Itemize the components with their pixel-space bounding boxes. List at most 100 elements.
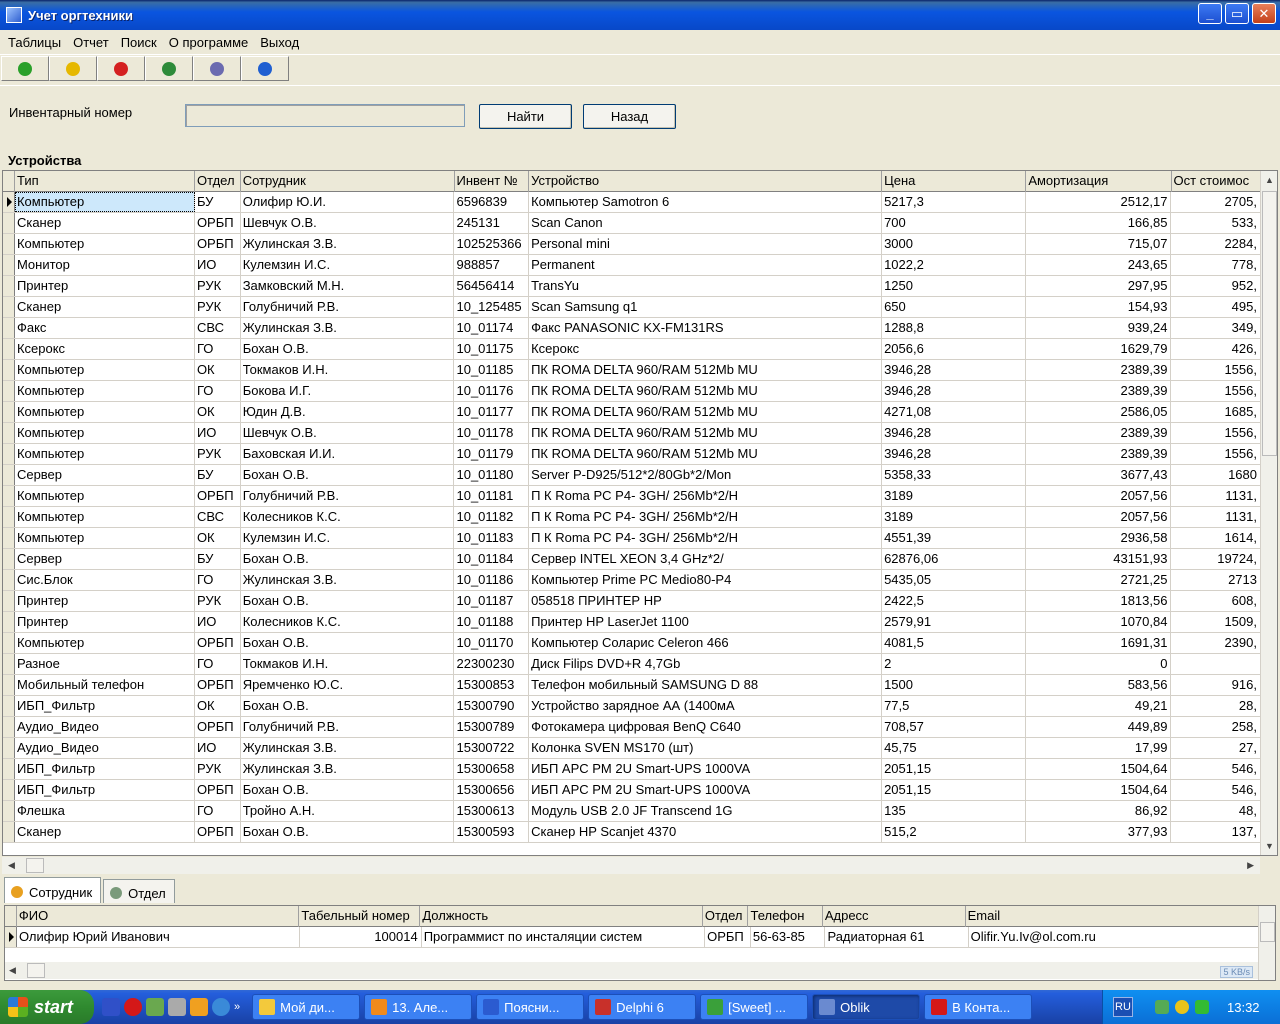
table-row[interactable]: Аудио_Видео ИО Жулинская З.В. 15300722 Колон… <box>3 738 1261 759</box>
table-cell[interactable]: 10_01186 <box>454 570 530 590</box>
table-cell[interactable]: 4271,08 <box>882 402 1027 422</box>
table-cell[interactable]: Юдин Д.В. <box>241 402 455 422</box>
table-row[interactable]: Аудио_Видео ОРБП Голубничий Р.В. 15300789 Фо… <box>3 717 1261 738</box>
table-cell[interactable]: Компьютер <box>15 633 195 653</box>
table-cell[interactable]: Personal mini <box>529 234 883 254</box>
table-cell[interactable]: 2721,25 <box>1026 570 1172 590</box>
table-cell[interactable]: БУ <box>195 465 241 485</box>
table-cell[interactable]: 2579,91 <box>882 612 1027 632</box>
table-cell[interactable]: 058518 ПРИНТЕР HP <box>529 591 883 611</box>
table-cell[interactable]: Ксерокс <box>529 339 883 359</box>
table-cell[interactable]: 1131, <box>1171 486 1261 506</box>
table-cell[interactable]: ГО <box>195 801 241 821</box>
table-cell[interactable]: 546, <box>1171 759 1261 779</box>
table-cell[interactable]: 2389,39 <box>1026 423 1172 443</box>
menu-about[interactable]: О программе <box>163 35 255 50</box>
table-cell[interactable]: Компьютер <box>14 192 195 212</box>
row-indicator[interactable] <box>3 423 15 443</box>
table-cell[interactable]: Яремченко Ю.С. <box>241 675 455 695</box>
table-cell[interactable]: ОК <box>195 360 241 380</box>
table-cell[interactable]: Компьютер Prime PC Medio80-P4 <box>529 570 883 590</box>
table-cell[interactable]: 5217,3 <box>882 192 1027 212</box>
table-cell[interactable]: Бохан О.В. <box>241 780 455 800</box>
column-header[interactable]: Должность <box>420 906 703 927</box>
table-cell[interactable]: 10_01187 <box>454 591 530 611</box>
row-indicator[interactable] <box>3 213 15 233</box>
table-cell[interactable]: ИБП APC PM 2U Smart-UPS 1000VA <box>529 780 883 800</box>
table-cell[interactable]: 1250 <box>882 276 1027 296</box>
table-cell[interactable]: ОК <box>195 528 241 548</box>
table-cell[interactable]: 137, <box>1171 822 1261 842</box>
employees-grid[interactable]: ФИО Табельный номер Должность Отдел Телефон А… <box>4 905 1276 981</box>
table-cell[interactable]: 1504,64 <box>1026 759 1172 779</box>
table-cell[interactable]: Сканер <box>15 822 195 842</box>
table-cell[interactable]: 56456414 <box>454 276 530 296</box>
table-cell[interactable]: Бохан О.В. <box>241 465 455 485</box>
row-indicator[interactable] <box>3 360 15 380</box>
column-header[interactable]: Email <box>966 906 1259 927</box>
table-cell[interactable]: Факс <box>15 318 195 338</box>
table-cell[interactable]: 2512,17 <box>1026 192 1172 212</box>
table-row[interactable]: Компьютер ИО Шевчук О.В. 10_01178 ПК ROMA DE… <box>3 423 1261 444</box>
table-row[interactable]: Компьютер ГО Бокова И.Г. 10_01176 ПК ROMA DE… <box>3 381 1261 402</box>
table-cell[interactable]: 77,5 <box>882 696 1027 716</box>
table-cell[interactable]: 10_01179 <box>454 444 530 464</box>
minimize-button[interactable]: _ <box>1198 3 1222 24</box>
table-row[interactable]: Ксерокс ГО Бохан О.В. 10_01175 Ксерокс 2056,6… <box>3 339 1261 360</box>
taskbar-task[interactable]: Oblik <box>812 994 921 1020</box>
table-cell[interactable]: Компьютер <box>15 486 195 506</box>
table-cell[interactable]: Сканер <box>15 213 195 233</box>
row-indicator[interactable] <box>3 486 15 506</box>
row-indicator[interactable] <box>3 255 15 275</box>
table-cell[interactable]: 10_01175 <box>454 339 530 359</box>
table-cell[interactable]: Модуль USB 2.0 JF Transcend 1G <box>529 801 883 821</box>
table-cell[interactable]: ИО <box>195 612 241 632</box>
table-cell[interactable]: Компьютер <box>15 360 195 380</box>
table-cell[interactable]: Server P-D925/512*2/80Gb*2/Mon <box>529 465 883 485</box>
table-cell[interactable]: Сервер <box>15 465 195 485</box>
column-header[interactable]: Тип <box>15 171 195 192</box>
row-indicator[interactable] <box>3 381 15 401</box>
scroll-up-icon[interactable]: ▲ <box>1265 175 1274 185</box>
table-cell[interactable]: П К Roma PC P4- 3GH/ 256Mb*2/H <box>529 507 883 527</box>
table-cell[interactable]: 10_01181 <box>454 486 530 506</box>
table-cell[interactable]: Кулемзин И.С. <box>241 255 455 275</box>
table-cell[interactable]: Телефон мобильный SAMSUNG D 88 <box>529 675 883 695</box>
toolbar-button-tools[interactable] <box>193 56 241 81</box>
table-cell[interactable]: 17,99 <box>1026 738 1172 758</box>
table-cell[interactable]: 495, <box>1171 297 1261 317</box>
table-cell[interactable]: 297,95 <box>1026 276 1172 296</box>
table-cell[interactable]: Бохан О.В. <box>241 633 455 653</box>
table-cell[interactable]: ПК ROMA DELTA 960/RAM 512Mb MU <box>529 423 883 443</box>
language-indicator[interactable]: RU <box>1113 997 1133 1017</box>
table-cell[interactable]: 27, <box>1171 738 1261 758</box>
table-cell[interactable]: 10_01183 <box>454 528 530 548</box>
tab-employee[interactable]: Сотрудник <box>4 877 102 903</box>
table-row[interactable]: Компьютер СВС Колесников К.С. 10_01182 П К R… <box>3 507 1261 528</box>
table-cell[interactable]: 4081,5 <box>882 633 1027 653</box>
table-cell[interactable]: ИБП_Фильтр <box>15 780 195 800</box>
table-cell[interactable]: Сканер HP Scanjet 4370 <box>529 822 883 842</box>
table-cell[interactable]: 15300790 <box>454 696 530 716</box>
table-cell[interactable]: 10_01180 <box>454 465 530 485</box>
table-cell[interactable]: ОК <box>195 402 241 422</box>
table-cell[interactable]: ПК ROMA DELTA 960/RAM 512Mb MU <box>529 381 883 401</box>
row-indicator[interactable] <box>3 591 15 611</box>
more-chevron-icon[interactable]: » <box>234 1001 240 1013</box>
table-cell[interactable]: Флешка <box>15 801 195 821</box>
opera-icon[interactable] <box>124 998 142 1016</box>
table-cell[interactable]: 2051,15 <box>882 759 1027 779</box>
table-cell[interactable]: 3946,28 <box>882 360 1027 380</box>
table-cell[interactable]: Аудио_Видео <box>15 717 195 737</box>
table-cell[interactable]: 2422,5 <box>882 591 1027 611</box>
table-cell[interactable]: Разное <box>15 654 195 674</box>
table-cell[interactable]: Баховская И.И. <box>241 444 455 464</box>
table-cell[interactable]: Шевчук О.В. <box>241 423 455 443</box>
table-cell[interactable]: ИБП APC PM 2U Smart-UPS 1000VA <box>529 759 883 779</box>
scroll-left-icon[interactable]: ◀ <box>8 860 15 871</box>
table-cell[interactable]: 2057,56 <box>1026 507 1172 527</box>
table-cell[interactable]: 1813,56 <box>1026 591 1172 611</box>
menu-tables[interactable]: Таблицы <box>2 35 67 50</box>
table-cell[interactable]: Олифир Юрий Иванович <box>17 927 301 947</box>
table-row[interactable]: Принтер РУК Бохан О.В. 10_01187 058518 ПРИНТ… <box>3 591 1261 612</box>
